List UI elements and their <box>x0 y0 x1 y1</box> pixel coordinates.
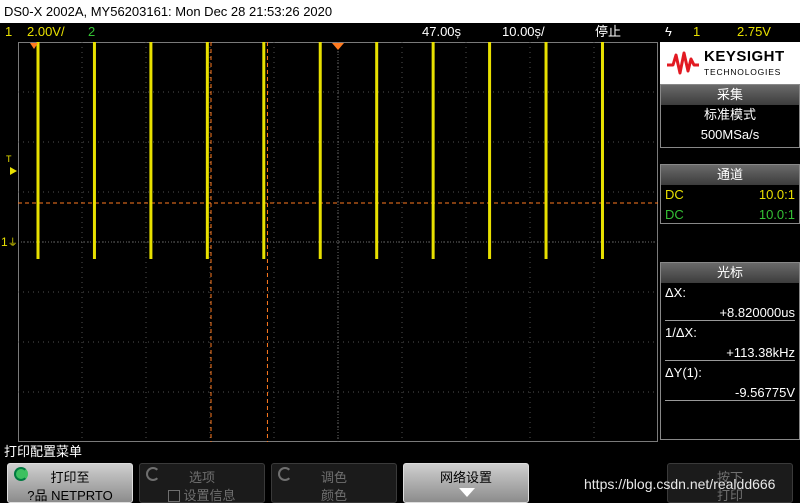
trigger-source[interactable]: 1 <box>693 23 700 40</box>
cursors-header: 光标 <box>661 263 799 283</box>
ground-marker[interactable]: 1⏚ <box>1 236 18 250</box>
ch1-pulse <box>262 0 266 259</box>
inverse-delta-x-row: +113.38kHz <box>661 343 799 363</box>
ch1-pulse <box>544 0 548 259</box>
trigger-marker-label: T <box>6 154 12 164</box>
delta-x-row: +8.820000us <box>661 303 799 323</box>
channel-1-probe: 10.0:1 <box>758 187 795 202</box>
channel-1-scale[interactable]: 2.00V/ <box>27 23 65 40</box>
ch1-pulse <box>205 0 209 259</box>
submenu-arrow-icon <box>459 488 475 497</box>
print-to-softkey[interactable]: 打印至 ?品 NETPRTO <box>7 463 133 503</box>
palette-value: 颜色 <box>320 488 347 503</box>
ch1-pulse <box>149 0 153 259</box>
channel-1-coupling: DC <box>665 187 684 202</box>
delta-x-label: ΔX: <box>665 285 686 300</box>
channel-1-marker-arrow[interactable] <box>10 167 17 175</box>
print-to-label: 打印至 <box>50 470 90 485</box>
channel-2-probe: 10.0:1 <box>758 207 795 222</box>
watermark-text: https://blog.csdn.net/realdd666 <box>584 476 776 492</box>
delta-y-row: -9.56775V <box>661 383 799 403</box>
ch1-pulse <box>488 0 492 259</box>
brand-subname: TECHNOLOGIES <box>704 67 782 77</box>
options-label: 选项 <box>188 470 215 485</box>
status-bar: 1 2.00V/ 2 47.00ș 10.00ș/ 停止 ϟ 1 2.75V <box>0 23 800 40</box>
ch1-pulse <box>375 0 379 259</box>
acquisition-box[interactable]: 采集 标准模式 500MSa/s <box>660 84 800 148</box>
channels-box[interactable]: 通道 DC 10.0:1 DC 10.0:1 <box>660 164 800 224</box>
sample-rate: 500MSa/s <box>700 127 760 142</box>
checkbox-icon <box>168 490 181 502</box>
window-title-bar: DS0-X 2002A, MY56203161: Mon Dec 28 21:5… <box>0 0 800 23</box>
delta-y-label: ΔY(1): <box>665 365 702 380</box>
ground-marker-label: 1 <box>1 235 8 249</box>
ch1-pulse <box>431 0 435 259</box>
waveform-display[interactable] <box>18 0 658 442</box>
menu-title-bar: 打印配置菜单 <box>0 442 800 461</box>
run-state[interactable]: 停止 <box>595 23 621 40</box>
scope-graticule <box>18 0 658 442</box>
ch1-pulse <box>600 0 604 259</box>
trigger-level[interactable]: 2.75V <box>737 23 771 40</box>
window-title: DS0-X 2002A, MY56203161: Mon Dec 28 21:5… <box>4 4 333 19</box>
ch1-pulse <box>92 0 96 259</box>
trigger-level-marker[interactable]: T <box>6 155 12 164</box>
setup-info-checkbox[interactable]: 设置信息 <box>140 485 264 503</box>
channel-1-number[interactable]: 1 <box>5 23 12 40</box>
palette-label: 调色 <box>320 470 347 485</box>
trigger-slope-icon: ϟ <box>665 24 672 39</box>
channel-2-coupling: DC <box>665 207 684 222</box>
side-panel: KEYSIGHT TECHNOLOGIES 采集 标准模式 500MSa/s 通… <box>660 42 800 440</box>
channels-header: 通道 <box>661 165 799 185</box>
ground-icon: ⏚ <box>7 238 18 249</box>
channel-1-row: DC 10.0:1 <box>661 185 799 205</box>
options-softkey[interactable]: 选项 设置信息 <box>139 463 265 503</box>
keysight-wave-icon <box>667 51 699 75</box>
channel-2-number[interactable]: 2 <box>88 23 95 40</box>
acquisition-header: 采集 <box>661 85 799 105</box>
time-scale[interactable]: 10.00ș/ <box>502 23 545 40</box>
print-to-value: ?品 NETPRTO <box>27 488 113 503</box>
menu-title: 打印配置菜单 <box>4 444 83 459</box>
time-delay[interactable]: 47.00ș <box>422 23 461 40</box>
ch1-pulse <box>318 0 322 259</box>
inverse-delta-x-label: 1/ΔX: <box>665 325 697 340</box>
cursors-box[interactable]: 光标 ΔX: +8.820000us 1/ΔX: +113.38kHz ΔY(1… <box>660 262 800 440</box>
setup-info-label: 设置信息 <box>183 488 236 503</box>
network-setup-softkey[interactable]: 网络设置 <box>403 463 529 503</box>
network-setup-label: 网络设置 <box>439 470 492 485</box>
brand-name: KEYSIGHT <box>704 48 785 65</box>
acquisition-mode: 标准模式 <box>703 107 756 122</box>
brand-logo: KEYSIGHT TECHNOLOGIES <box>660 42 800 84</box>
ch1-pulse <box>36 0 40 259</box>
channel-2-row: DC 10.0:1 <box>661 205 799 225</box>
palette-softkey[interactable]: 调色 颜色 <box>271 463 397 503</box>
